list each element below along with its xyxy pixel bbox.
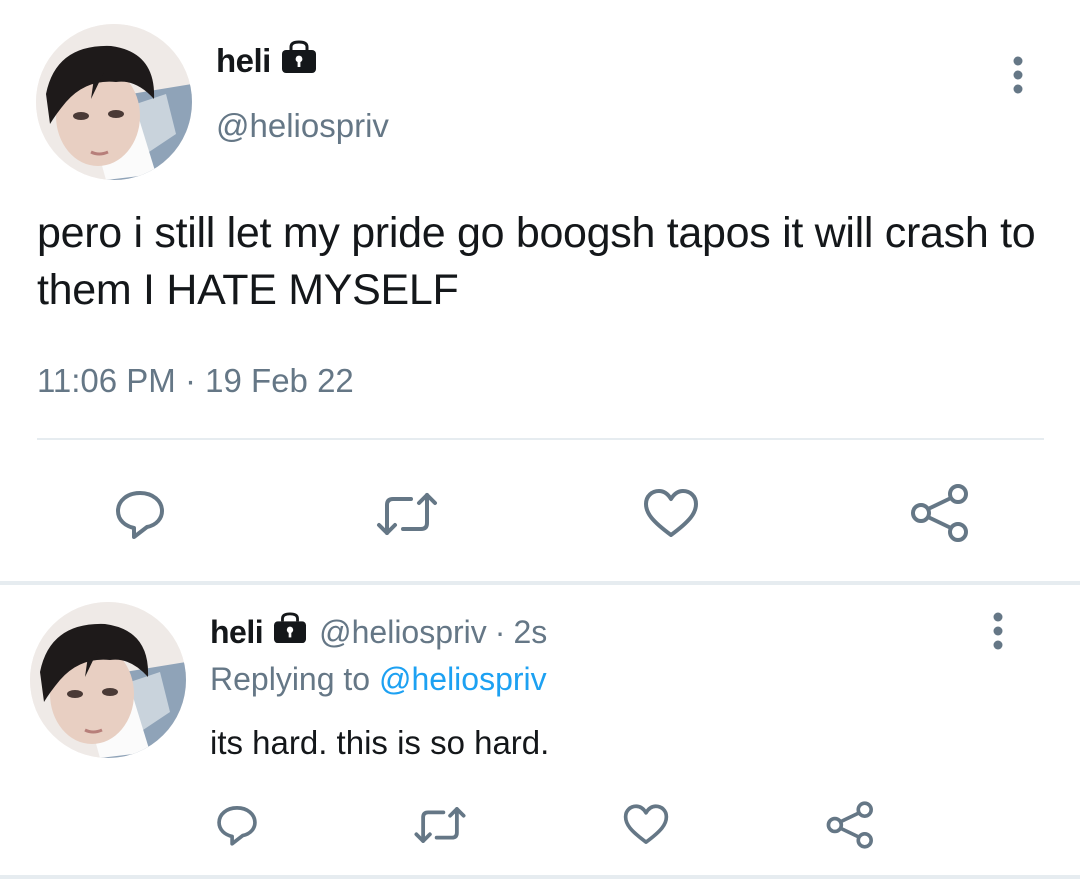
replying-to-label: Replying to (210, 661, 371, 697)
like-icon (623, 804, 669, 844)
display-name[interactable]: heli (210, 614, 264, 651)
tweet-date: 19 Feb 22 (205, 362, 354, 399)
tweet-timestamp[interactable]: 11:06 PM · 19 Feb 22 (37, 362, 354, 400)
reply-header: heli @heliospriv · 2s (210, 612, 547, 652)
tweet-time[interactable]: 2s (513, 614, 547, 651)
like-button[interactable] (641, 484, 701, 544)
lock-icon (279, 40, 319, 82)
like-icon (644, 489, 698, 537)
share-icon (826, 801, 873, 849)
share-button[interactable] (906, 480, 976, 546)
more-options-icon[interactable] (1006, 56, 1030, 96)
tweet-divider (0, 581, 1080, 585)
more-options-icon[interactable] (986, 612, 1010, 652)
avatar[interactable] (30, 602, 186, 758)
tweet-divider (0, 875, 1080, 879)
tweet-time: 11:06 PM (37, 362, 176, 399)
meta-separator: · (494, 613, 506, 650)
lock-icon (271, 612, 309, 652)
reply-button[interactable] (110, 484, 170, 544)
meta-separator: · (184, 362, 196, 399)
display-name-text[interactable]: heli (216, 42, 271, 80)
display-name[interactable]: heli (216, 40, 319, 82)
handle[interactable]: @heliospriv (319, 614, 487, 651)
replying-to-link[interactable]: @heliospriv (379, 661, 547, 697)
avatar[interactable] (36, 24, 192, 180)
share-button[interactable] (822, 798, 880, 852)
retweet-icon (377, 493, 437, 535)
like-button[interactable] (620, 800, 672, 850)
retweet-icon (414, 807, 466, 843)
share-icon (911, 484, 968, 542)
retweet-button[interactable] (410, 800, 470, 850)
retweet-button[interactable] (372, 484, 442, 544)
divider (37, 438, 1044, 440)
replying-to: Replying to @heliospriv (210, 661, 547, 698)
reply-icon (217, 806, 257, 846)
handle[interactable]: @heliospriv (216, 107, 389, 145)
reply-icon (116, 491, 164, 539)
tweet-text: its hard. this is so hard. (210, 724, 550, 761)
tweet-text: pero i still let my pride go boogsh tapo… (37, 209, 1036, 314)
reply-button[interactable] (212, 800, 262, 850)
